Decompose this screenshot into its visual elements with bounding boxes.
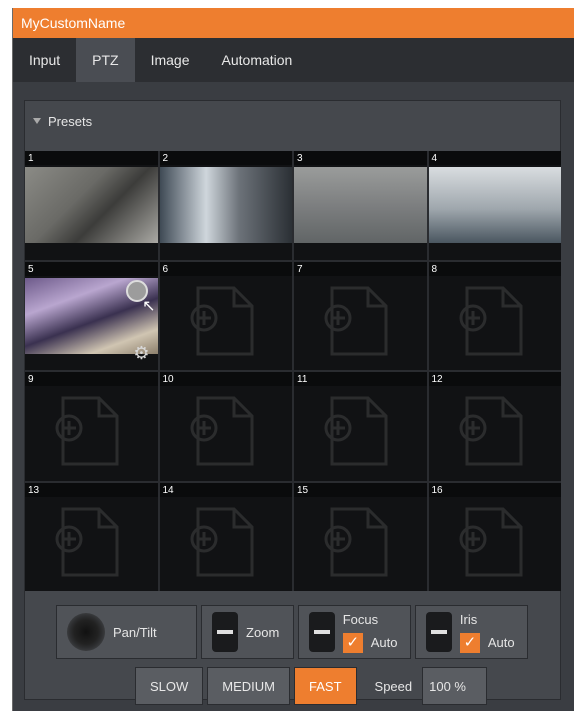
speed-value-field[interactable]: 100 % (422, 667, 487, 705)
gear-icon[interactable]: ⚙ (133, 343, 149, 364)
preset-number: 12 (431, 374, 443, 385)
speed-medium-button[interactable]: MEDIUM (207, 667, 291, 705)
empty-preset-icon (190, 507, 253, 576)
empty-preset-icon (190, 396, 253, 466)
empty-preset-icon (459, 286, 522, 355)
preset-thumbnail (159, 167, 292, 243)
joystick-icon[interactable] (67, 613, 105, 651)
window-title-bar: MyCustomName (13, 8, 574, 38)
preset-number: 11 (297, 374, 308, 385)
preset-thumbnail (428, 167, 561, 243)
preset-9[interactable]: 9 (25, 372, 158, 481)
focus-lever-icon[interactable] (308, 612, 335, 652)
focus-auto-label: Auto (370, 635, 398, 650)
iris-control[interactable]: Iris ✓ Auto (414, 605, 529, 659)
tab-bar: Input PTZ Image Automation (13, 38, 574, 82)
speed-slow-button[interactable]: SLOW (135, 667, 204, 705)
iris-auto-label: Auto (487, 635, 515, 650)
speed-row: SLOW MEDIUM FAST Speed 100 % (135, 667, 487, 705)
focus-label: Focus (342, 611, 379, 627)
preset-number: 5 (28, 263, 34, 275)
preset-5[interactable]: 5 ↖ ⚙ (25, 261, 158, 370)
preset-thumbnail (25, 167, 158, 243)
preset-7[interactable]: 7 (294, 261, 427, 370)
preset-14[interactable]: 14 (159, 482, 292, 591)
preset-11[interactable]: 11 (294, 372, 427, 481)
empty-preset-icon (324, 507, 388, 576)
empty-preset-icon (459, 507, 522, 576)
mouse-cursor-icon: ↖ (142, 297, 156, 315)
speed-fast-button[interactable]: FAST (294, 667, 357, 705)
preset-number: 6 (162, 263, 169, 275)
preset-number: 10 (162, 374, 174, 385)
preset-1[interactable]: 1 (25, 151, 158, 260)
ptz-window: MyCustomName Input PTZ Image Automation … (12, 8, 574, 711)
tab-automation[interactable]: Automation (206, 38, 309, 82)
preset-16[interactable]: 16 (428, 482, 561, 591)
pan-tilt-label: Pan/Tilt (113, 624, 157, 640)
tab-input[interactable]: Input (13, 38, 76, 82)
preset-number: 15 (297, 484, 309, 496)
preset-number: 8 (431, 263, 438, 275)
preset-3[interactable]: 3 (294, 151, 427, 260)
preset-thumbnail (294, 167, 427, 243)
zoom-label: Zoom (246, 624, 280, 640)
collapse-triangle-icon[interactable] (33, 118, 41, 124)
preset-number: 2 (162, 153, 169, 164)
window-title: MyCustomName (21, 15, 126, 31)
empty-preset-icon (324, 396, 388, 466)
preset-8[interactable]: 8 (428, 261, 561, 370)
preset-number: 4 (431, 153, 438, 164)
presets-header[interactable]: Presets (25, 101, 560, 141)
focus-control[interactable]: Focus ✓ Auto (297, 605, 411, 659)
preset-12[interactable]: 12 (428, 372, 561, 481)
preset-number: 16 (431, 484, 443, 496)
preset-number: 1 (28, 153, 34, 164)
preset-10[interactable]: 10 (159, 372, 292, 481)
pan-tilt-control[interactable]: Pan/Tilt (56, 605, 198, 659)
presets-grid: 1 2 3 4 5 ↖ ⚙ 6 7 8 9 10 11 12 13 14 15 … (25, 151, 561, 591)
preset-4[interactable]: 4 (428, 151, 561, 260)
tab-ptz[interactable]: PTZ (76, 38, 135, 82)
presets-title: Presets (48, 113, 93, 129)
preset-number: 3 (297, 153, 303, 164)
tab-image[interactable]: Image (135, 38, 206, 82)
preset-13[interactable]: 13 (25, 482, 158, 591)
preset-number: 14 (162, 484, 174, 496)
preset-2[interactable]: 2 (159, 151, 292, 260)
iris-label: Iris (459, 611, 478, 627)
preset-number: 7 (297, 263, 303, 275)
ptz-panel: Presets 1 2 3 4 5 ↖ ⚙ 6 7 8 9 10 11 12 1… (24, 100, 561, 705)
preset-number: 9 (28, 374, 34, 385)
preset-number: 13 (28, 484, 40, 496)
preset-15[interactable]: 15 (294, 482, 427, 591)
empty-preset-icon (55, 507, 119, 576)
speed-label: Speed (374, 678, 413, 694)
zoom-lever-icon[interactable] (212, 612, 239, 652)
empty-preset-icon (324, 286, 388, 355)
empty-preset-icon (55, 396, 119, 466)
zoom-control[interactable]: Zoom (201, 605, 294, 659)
empty-preset-icon (459, 396, 522, 466)
iris-auto-checkbox[interactable]: ✓ (459, 632, 480, 653)
preset-6[interactable]: 6 (159, 261, 292, 370)
focus-auto-checkbox[interactable]: ✓ (342, 632, 363, 653)
ptz-controls: Pan/Tilt Zoom Focus ✓ Auto Iris ✓ Auto (56, 605, 529, 661)
empty-preset-icon (190, 286, 253, 355)
iris-lever-icon[interactable] (425, 612, 452, 652)
